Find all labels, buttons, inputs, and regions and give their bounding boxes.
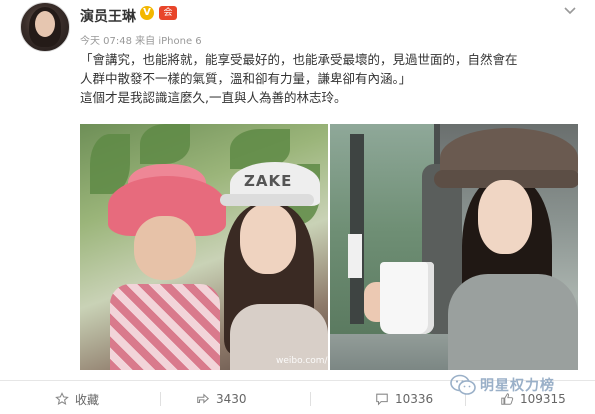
share-icon [197,393,210,404]
post-text: 「會講究，也能將就，能享受最好的，也能承受最壞的，見過世面的，自然會在 人群中散… [80,50,580,107]
post-photo-right[interactable] [330,124,578,370]
brand-watermark: 明星权力榜 [450,374,555,396]
action-separator [160,392,161,406]
comment-count: 10336 [395,392,434,406]
favorite-button[interactable]: 收藏 [55,388,99,410]
favorite-label: 收藏 [75,392,100,407]
action-separator [310,392,311,406]
avatar[interactable] [20,2,70,52]
cap-print: ZAKE [244,172,293,190]
post-photo-left[interactable]: ZAKE weibo.com/u/186 [80,124,328,370]
post-text-line: 這個才是我認識這麼久,一直與人為善的林志玲。 [80,90,347,105]
comment-icon [376,393,388,406]
member-icon[interactable]: 会 [159,6,177,20]
share-count: 3430 [216,392,247,406]
comment-button[interactable]: 10336 [375,388,433,410]
wechat-icon [450,374,476,395]
share-button[interactable]: 3430 [196,388,247,410]
author-name[interactable]: 演员王琳 [80,6,136,26]
verified-icon: V [140,6,154,20]
photo-watermark: weibo.com/u/186 [276,356,328,366]
post-meta: 今天 07:48 来自 iPhone 6 [80,36,202,47]
brand-name: 明星权力榜 [480,378,555,394]
chevron-down-icon[interactable] [562,2,578,18]
post-text-line: 「會講究，也能將就，能享受最好的，也能承受最壞的，見過世面的，自然會在 [80,52,518,67]
post-text-line: 人群中散發不一樣的氣質，溫和卻有力量，謙卑卻有內涵。」 [80,71,412,86]
star-icon [55,392,69,405]
